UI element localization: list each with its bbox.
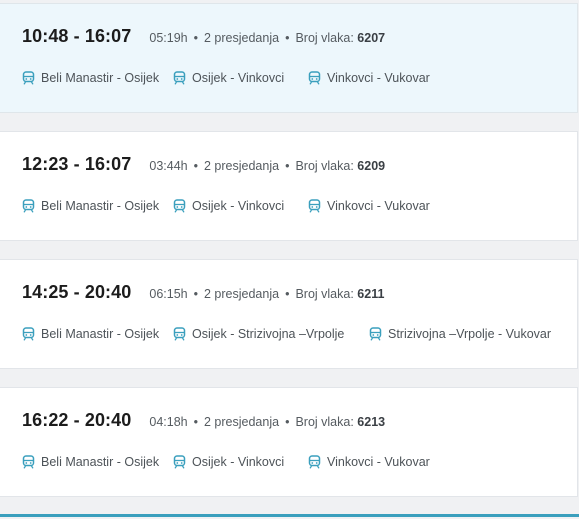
separator-dot: •	[285, 31, 290, 45]
segment-label: Beli Manastir - Osijek	[41, 327, 160, 341]
trip-segment: Osijek - Vinkovci	[173, 71, 284, 85]
train-icon	[173, 327, 186, 341]
segment-label: Vinkovci - Vukovar	[327, 455, 430, 469]
trip-transfers: 2 presjedanja	[204, 415, 280, 429]
segment-label: Beli Manastir - Osijek	[41, 455, 160, 469]
trip-transfers: 2 presjedanja	[204, 159, 280, 173]
trip-segment: Osijek - Vinkovci	[173, 455, 284, 469]
train-number: 6211	[357, 287, 385, 301]
train-icon	[173, 455, 186, 469]
trip-times: 14:25 - 20:40	[22, 282, 132, 302]
trip-segment: Osijek - Vinkovci	[173, 199, 284, 213]
segment-label: Osijek - Vinkovci	[192, 455, 285, 469]
trip-card[interactable]: 10:48 - 16:07 05:19h • 2 presjedanja • Broj …	[0, 3, 578, 113]
trip-segment: Beli Manastir - Osijek	[22, 327, 159, 341]
trip-transfers: 2 presjedanja	[204, 31, 280, 45]
trip-meta: 06:15h • 2 presjedanja • Broj vlaka: 6211	[149, 287, 384, 301]
segment-label: Vinkovci - Vukovar	[327, 199, 430, 213]
separator-dot: •	[193, 31, 198, 45]
train-label: Broj vlaka:	[295, 415, 354, 429]
train-icon	[22, 455, 35, 469]
trip-segment: Beli Manastir - Osijek	[22, 199, 159, 213]
trip-times: 16:22 - 20:40	[22, 410, 132, 430]
segment-label: Osijek - Vinkovci	[192, 199, 285, 213]
segment-label: Osijek - Strizivojna –Vrpolje	[192, 327, 345, 341]
trip-transfers: 2 presjedanja	[204, 287, 280, 301]
train-label: Broj vlaka:	[295, 287, 354, 301]
trip-meta: 04:18h • 2 presjedanja • Broj vlaka: 6213	[149, 415, 385, 429]
trip-segment: Beli Manastir - Osijek	[22, 455, 159, 469]
trip-meta: 05:19h • 2 presjedanja • Broj vlaka: 6207	[149, 31, 385, 45]
trip-segment: Vinkovci - Vukovar	[308, 71, 430, 85]
trip-segment: Vinkovci - Vukovar	[308, 199, 430, 213]
train-icon	[308, 455, 321, 469]
trip-card[interactable]: 12:23 - 16:07 03:44h • 2 presjedanja • Broj …	[0, 131, 578, 241]
train-icon	[308, 199, 321, 213]
trip-card[interactable]: 14:25 - 20:40 06:15h • 2 presjedanja • Broj …	[0, 259, 578, 369]
trip-card[interactable]: 16:22 - 20:40 04:18h • 2 presjedanja • Broj …	[0, 387, 578, 497]
trip-meta: 03:44h • 2 presjedanja • Broj vlaka: 6209	[149, 159, 385, 173]
train-icon	[22, 71, 35, 85]
trip-segment: Beli Manastir - Osijek	[22, 71, 159, 85]
separator-dot: •	[193, 159, 198, 173]
segment-label: Beli Manastir - Osijek	[41, 71, 160, 85]
train-number: 6213	[357, 415, 386, 429]
train-label: Broj vlaka:	[295, 159, 354, 173]
train-icon	[173, 71, 186, 85]
trip-times: 12:23 - 16:07	[22, 154, 132, 174]
trip-segment: Osijek - Strizivojna –Vrpolje	[173, 327, 344, 341]
train-icon	[308, 71, 321, 85]
train-number: 6207	[357, 31, 386, 45]
train-icon	[369, 327, 382, 341]
separator-dot: •	[285, 159, 290, 173]
train-number: 6209	[357, 159, 386, 173]
separator-dot: •	[193, 287, 198, 301]
separator-dot: •	[285, 287, 290, 301]
segment-label: Vinkovci - Vukovar	[327, 71, 430, 85]
trip-segment: Vinkovci - Vukovar	[308, 455, 430, 469]
trip-times: 10:48 - 16:07	[22, 26, 132, 46]
trip-duration: 03:44h	[149, 159, 188, 173]
next-card-top-border	[0, 514, 579, 517]
trip-segment: Strizivojna –Vrpolje - Vukovar	[369, 327, 551, 341]
train-label: Broj vlaka:	[295, 31, 354, 45]
train-icon	[173, 199, 186, 213]
segment-label: Strizivojna –Vrpolje - Vukovar	[388, 327, 552, 341]
segment-label: Beli Manastir - Osijek	[41, 199, 160, 213]
train-icon	[22, 327, 35, 341]
train-icon	[22, 199, 35, 213]
trip-duration: 04:18h	[149, 415, 188, 429]
separator-dot: •	[285, 415, 290, 429]
segment-label: Osijek - Vinkovci	[192, 71, 285, 85]
trip-duration: 05:19h	[149, 31, 188, 45]
separator-dot: •	[193, 415, 198, 429]
trip-duration: 06:15h	[149, 287, 188, 301]
